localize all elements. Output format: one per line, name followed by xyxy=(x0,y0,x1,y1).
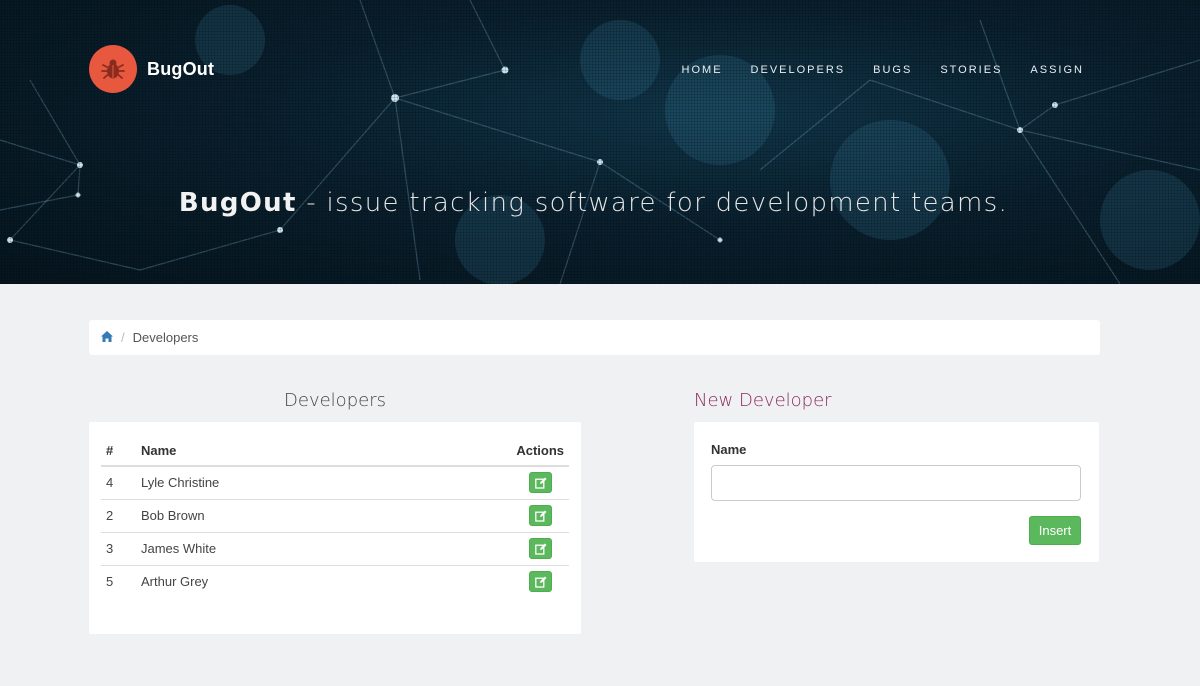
hero-tagline: BugOut - issue tracking software for dev… xyxy=(0,188,1187,218)
edit-icon xyxy=(534,543,546,555)
name-input[interactable] xyxy=(711,465,1081,501)
table-row: 5 Arthur Grey xyxy=(101,565,569,598)
edit-icon xyxy=(534,477,546,489)
developer-name: Lyle Christine xyxy=(141,466,397,500)
breadcrumb-separator: / xyxy=(121,330,125,345)
edit-icon xyxy=(534,510,546,522)
actions-cell xyxy=(396,499,569,533)
nav-assign[interactable]: ASSIGN xyxy=(1030,64,1084,76)
developer-name: Arthur Grey xyxy=(141,574,209,590)
brand-name: BugOut xyxy=(147,58,215,79)
developers-table: # Name Actions 4 Lyle Christine 2 Bob Br… xyxy=(101,436,569,598)
tagline-brand: BugOut xyxy=(178,188,297,218)
column-header-actions: Actions xyxy=(396,436,569,467)
edit-button[interactable] xyxy=(529,571,552,593)
table-row: 4 Lyle Christine xyxy=(101,466,569,500)
developers-title: Developers xyxy=(284,390,386,411)
nav-bugs[interactable]: BUGS xyxy=(873,64,912,76)
developer-id: 3 xyxy=(101,532,141,566)
edit-button[interactable] xyxy=(529,538,552,559)
table-row: 3 James White xyxy=(101,532,569,566)
column-header-name: Name xyxy=(141,436,397,467)
edit-icon xyxy=(534,576,546,588)
developer-name: James White xyxy=(141,532,397,566)
developer-id: 2 xyxy=(101,499,141,533)
actions-cell xyxy=(396,466,569,500)
developer-name: Bob Brown xyxy=(141,499,397,533)
hero-texture xyxy=(0,0,1200,284)
developer-id: 4 xyxy=(101,466,141,500)
insert-button[interactable]: Insert xyxy=(1029,516,1081,545)
edit-button[interactable] xyxy=(529,505,552,526)
developer-id: 5 xyxy=(106,574,114,590)
actions-cell xyxy=(396,532,569,566)
bug-icon xyxy=(89,45,137,93)
table-row: 2 Bob Brown xyxy=(101,499,569,533)
hero-banner: BugOut HOME DEVELOPERS BUGS STORIES ASSI… xyxy=(0,0,1200,284)
edit-button[interactable] xyxy=(529,472,552,494)
home-icon[interactable] xyxy=(101,330,113,345)
breadcrumb: / Developers xyxy=(89,320,1100,355)
main-nav: HOME DEVELOPERS BUGS STORIES ASSIGN xyxy=(682,64,1084,76)
nav-home[interactable]: HOME xyxy=(682,64,723,76)
name-label: Name xyxy=(711,442,747,457)
nav-developers[interactable]: DEVELOPERS xyxy=(751,64,846,76)
brand[interactable]: BugOut xyxy=(89,45,214,93)
actions-cell xyxy=(397,565,569,598)
table-header-row: # Name Actions xyxy=(101,436,569,467)
new-developer-title: New Developer xyxy=(694,390,832,411)
nav-stories[interactable]: STORIES xyxy=(940,64,1002,76)
breadcrumb-current: Developers xyxy=(132,330,199,345)
new-developer-panel: Name Insert xyxy=(694,422,1099,562)
developers-panel: # Name Actions 4 Lyle Christine 2 Bob Br… xyxy=(89,422,581,634)
tagline-text: - issue tracking software for developmen… xyxy=(296,188,1009,218)
column-header-id: # xyxy=(101,436,141,467)
